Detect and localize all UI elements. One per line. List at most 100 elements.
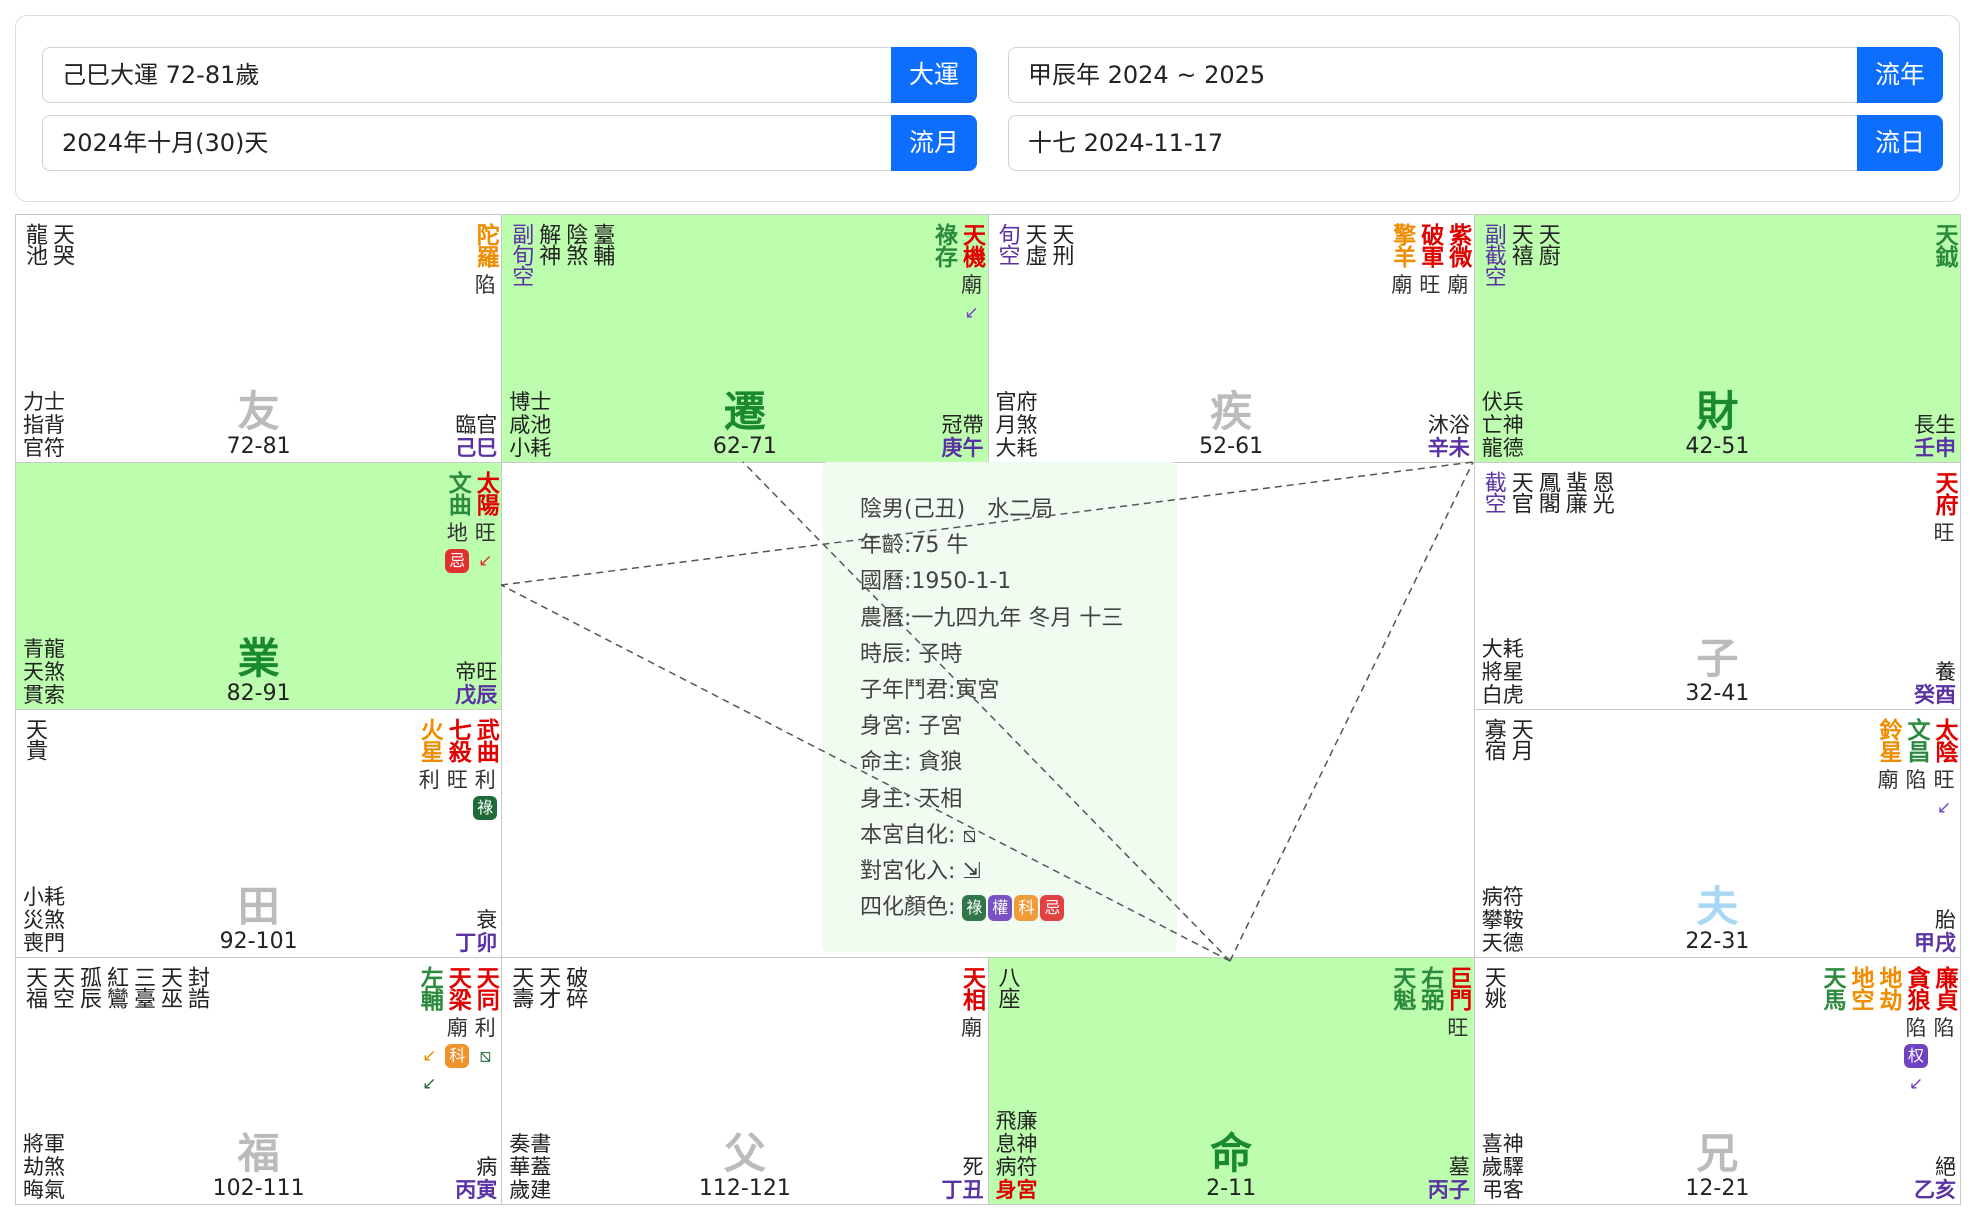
palace-cell-3[interactable]: 副截空 天禧 天廚 天鉞 伏兵 亡神 龍德財 42-51 長生 壬申 [1473, 214, 1961, 463]
palace-name[interactable]: 夫 [1475, 884, 1960, 929]
minor-star: 陰煞 [562, 223, 588, 265]
sihua-arrow-icon: ↙ [422, 1072, 436, 1096]
palace-cell-7[interactable]: 寡宿 天月 太陰旺 ↙ 文昌陷鈴星廟病符 攀鞍 天德夫 22-31 胎甲戌 [1473, 709, 1961, 958]
info-line: 陰男(己丑) 水二局 [860, 497, 1054, 522]
main-star[interactable]: 擎羊廟 [1389, 223, 1415, 297]
main-star[interactable]: 武曲利祿 [472, 718, 498, 820]
changsheng-label: 冠帶 [941, 412, 984, 437]
main-star[interactable]: 祿存 [931, 223, 957, 297]
main-star[interactable]: 廉貞陷 [1931, 966, 1957, 1040]
main-star[interactable]: 七殺旺 [444, 718, 470, 792]
palace-name[interactable]: 遷 [502, 389, 987, 434]
main-star[interactable]: 天魁 [1389, 966, 1415, 1040]
sihua-arrow-icon: ↙ [1909, 1072, 1923, 1096]
palace-cell-5[interactable]: 截空 天官 鳳閣 蜚廉 恩光 天府旺大耗 將星 白虎子 32-41 養癸酉 [1473, 461, 1961, 710]
info-line: 身主: 天相 [860, 786, 963, 812]
palace-name[interactable]: 友 [16, 389, 501, 434]
star-brightness [1857, 1016, 1864, 1040]
palace-cell-11[interactable]: 天姚 廉貞陷貪狼陷权 ↙ 地劫 地空 天馬 喜神 歲驛 弔客兄 12-21 絕乙亥 [1473, 956, 1961, 1205]
star-name: 火星 [416, 718, 443, 762]
star-brightness: 旺 [1419, 273, 1441, 297]
star-brightness: 廟 [1391, 273, 1413, 297]
main-stars: 武曲利祿七殺旺火星利 [416, 718, 498, 820]
palace-name[interactable]: 疾 [989, 389, 1474, 434]
main-star[interactable]: 紫微廟 [1445, 223, 1471, 297]
main-star[interactable]: 破軍旺 [1417, 223, 1443, 297]
dayun-input[interactable]: 己巳大運 72-81歲 [42, 47, 891, 103]
palace-name[interactable]: 業 [16, 637, 501, 681]
star-brightness: 廟 [961, 1015, 982, 1040]
minor-stars: 寡宿 天月 [1481, 718, 1533, 760]
palace-cell-9[interactable]: 天壽 天才 破碎 天相廟奏書 華蓋 歲建父 112-121 死丁丑 [501, 956, 989, 1205]
star-brightness: 旺 [1933, 768, 1955, 792]
palace-cell-1[interactable]: 副旬空 解神 陰煞 臺輔 天機廟 ↙ 祿存 博士 咸池 小耗遷 62-71 冠帶 庚午 [501, 214, 989, 463]
main-star[interactable]: 天梁廟科 [444, 966, 470, 1068]
star-name: 太陰 [1931, 718, 1957, 762]
main-star[interactable]: 文昌陷 [1903, 718, 1929, 792]
dayun-button[interactable]: 大運 [891, 47, 977, 103]
palace-cell-4[interactable]: 太陽旺 ↙ 文曲地忌青龍 天煞 貫索業 82-91 帝旺 戊辰 [15, 461, 503, 710]
palace-name[interactable]: 兄 [1475, 1132, 1960, 1176]
decade-ages: 42-51 [1685, 433, 1750, 459]
decade-ages: 52-61 [1199, 433, 1264, 459]
main-star[interactable]: 火星利 [416, 718, 443, 792]
info-line: 國曆:1950-1-1 [860, 569, 1012, 595]
palace-cell-0[interactable]: 龍池 天哭 陀羅陷力士 指背 官符友 72-81 臨官 己巳 [15, 214, 503, 463]
star-name: 鈴星 [1875, 718, 1901, 762]
ganzhi-label: 己巳 [455, 435, 498, 460]
main-star[interactable]: 鈴星廟 [1875, 718, 1901, 792]
palace-name[interactable]: 福 [16, 1132, 501, 1176]
palace-name[interactable]: 父 [502, 1132, 987, 1176]
liuyue-input[interactable]: 2024年十月(30)天 [42, 115, 891, 171]
star-name: 左輔 [416, 965, 443, 1010]
main-star[interactable]: 地劫 [1875, 966, 1901, 1040]
minor-star: 天月 [1507, 718, 1533, 760]
minor-star: 龍池 [22, 223, 47, 265]
star-name: 地空 [1847, 965, 1873, 1010]
top-controls-panel: 己巳大運 72-81歲 大運 甲辰年 2024 ~ 2025 流年 2024年十… [15, 15, 1960, 202]
liuri-input[interactable]: 十七 2024-11-17 [1008, 115, 1857, 171]
liuri-button[interactable]: 流日 [1857, 115, 1943, 171]
minor-stars: 龍池 天哭 [22, 223, 74, 265]
main-star[interactable]: 太陰旺 ↙ [1931, 718, 1957, 820]
arrow-icon: ↙ [1908, 1073, 1924, 1094]
main-star[interactable]: 天機廟 ↙ [958, 223, 985, 325]
info-line: 時辰: 子時 [860, 641, 963, 667]
palace-name[interactable]: 財 [1475, 389, 1960, 434]
main-star[interactable]: 天相廟 [959, 966, 985, 1040]
liuyue-button[interactable]: 流月 [891, 115, 977, 171]
minor-stars: 旬空 天虛 天刑 [995, 223, 1074, 265]
sihua-badge: ⧅ [479, 1044, 492, 1067]
star-name: 天機 [958, 223, 985, 267]
main-star[interactable]: 左輔 ↙ ↙ [416, 965, 443, 1096]
main-star[interactable]: 太陽旺 ↙ [472, 471, 498, 573]
palace-cell-10[interactable]: 八座 巨門旺右弼 天魁 飛廉 息神 病符 身宮命 2-11 墓丙子 [987, 956, 1475, 1205]
main-star[interactable]: 天府旺 [1931, 471, 1957, 545]
palace-cell-8[interactable]: 天福 天空 孤辰 紅鸞 三臺 天巫 封誥 天同利 ⧅ 天梁廟科左輔 ↙ ↙ 將軍 劫煞 晦氣福 102-11… [15, 956, 503, 1205]
ganzhi-label: 丁丑 [941, 1178, 984, 1202]
minor-star: 孤辰 [76, 965, 101, 1008]
main-star[interactable]: 右弼 [1417, 966, 1443, 1040]
star-name: 天鉞 [1931, 223, 1957, 267]
arrow-icon: ↙ [422, 1045, 437, 1066]
main-star[interactable]: 陀羅陷 [472, 223, 498, 297]
main-star[interactable]: 貪狼陷权 ↙ [1903, 966, 1929, 1096]
palace-name[interactable]: 命 [989, 1132, 1474, 1176]
palace-cell-2[interactable]: 旬空 天虛 天刑 紫微廟破軍旺擎羊廟官府 月煞 大耗疾 52-61 沐浴 辛未 [987, 214, 1475, 463]
main-star[interactable]: 天同利 ⧅ [472, 966, 498, 1069]
main-star[interactable]: 地空 [1847, 965, 1873, 1040]
main-star[interactable]: 巨門旺 [1445, 966, 1471, 1040]
palace-name[interactable]: 田 [16, 884, 501, 929]
liunian-button[interactable]: 流年 [1857, 47, 1943, 103]
palace-cell-6[interactable]: 天貴 武曲利祿七殺旺火星利小耗 災煞 喪門田 92-101 衰丁卯 [15, 709, 503, 958]
sihua-colors-row: 四化顏色: 祿權科忌 [860, 890, 1177, 926]
palace-name[interactable]: 子 [1475, 637, 1960, 681]
liunian-input[interactable]: 甲辰年 2024 ~ 2025 [1008, 47, 1857, 103]
decade-ages: 2-11 [1206, 1176, 1257, 1201]
minor-star: 天巫 [157, 965, 182, 1008]
main-star[interactable]: 天馬 [1819, 966, 1845, 1040]
main-star[interactable]: 文曲地忌 [444, 471, 470, 573]
decade-ages: 62-71 [712, 433, 777, 459]
main-star[interactable]: 天鉞 [1931, 223, 1957, 297]
ganzhi-label: 戊辰 [455, 683, 498, 707]
